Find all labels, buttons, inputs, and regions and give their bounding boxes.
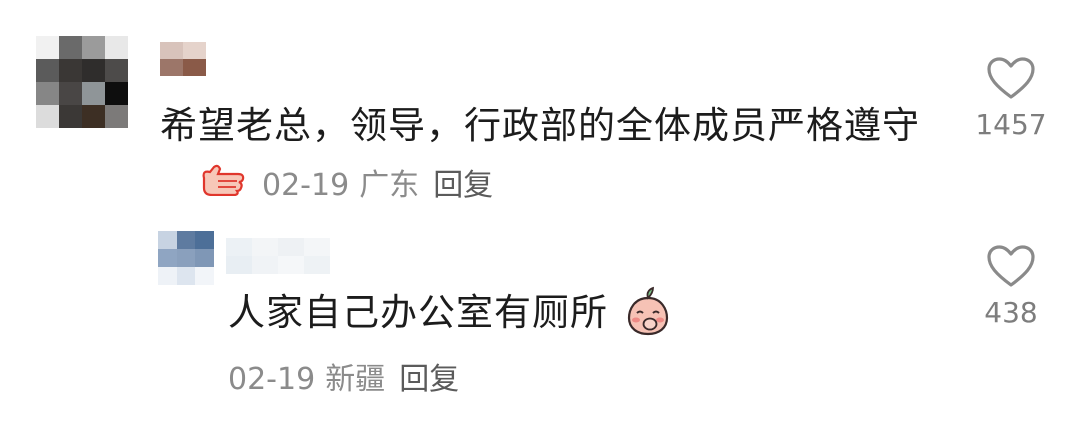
comment-date: 02-19 bbox=[262, 168, 350, 203]
thumbs-up-emoji bbox=[202, 164, 245, 196]
comment-text: 人家自己办公室有厕所 bbox=[228, 285, 788, 341]
comment-location: 新疆 bbox=[325, 362, 386, 397]
comment-text: 希望老总，领导，行政部的全体成员严格遵守 bbox=[160, 98, 940, 154]
comment-body: 希望老总，领导，行政部的全体成员严格遵守 bbox=[160, 104, 920, 147]
giggling-peach-emoji bbox=[627, 286, 669, 336]
like-button[interactable]: 438 bbox=[966, 244, 1056, 329]
comment-meta: 02-19 广东 回复 bbox=[262, 160, 493, 204]
heart-outline-icon[interactable] bbox=[986, 56, 1036, 100]
reply-button[interactable]: 回复 bbox=[433, 168, 493, 203]
reply-button[interactable]: 回复 bbox=[399, 362, 459, 397]
comment-date: 02-19 bbox=[228, 362, 316, 397]
comment-body: 人家自己办公室有厕所 bbox=[228, 291, 608, 334]
comment-meta: 02-19 新疆 回复 bbox=[228, 354, 459, 398]
username[interactable] bbox=[226, 238, 330, 274]
like-count: 438 bbox=[984, 296, 1038, 329]
user-avatar[interactable] bbox=[158, 231, 214, 285]
comment-location: 广东 bbox=[359, 168, 420, 203]
like-button[interactable]: 1457 bbox=[966, 56, 1056, 141]
like-count: 1457 bbox=[975, 108, 1047, 141]
heart-outline-icon[interactable] bbox=[986, 244, 1036, 288]
user-avatar[interactable] bbox=[36, 36, 128, 128]
username[interactable] bbox=[160, 42, 206, 76]
